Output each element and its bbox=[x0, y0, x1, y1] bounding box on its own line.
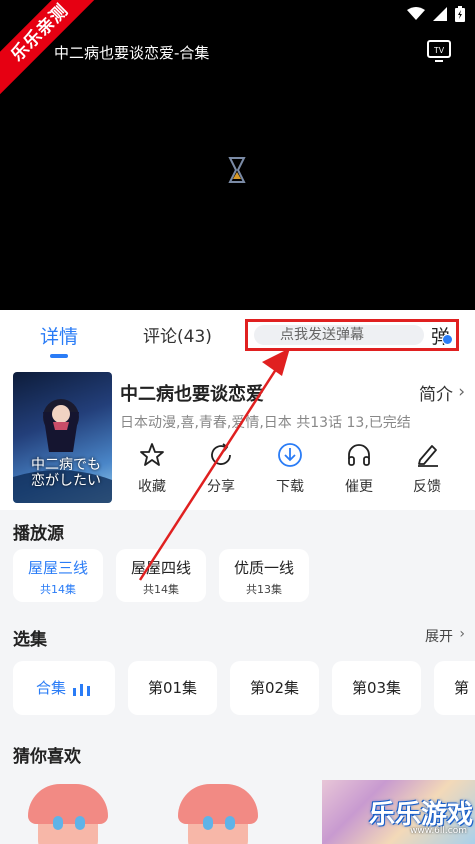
battery-charging-icon bbox=[455, 6, 465, 22]
recommend-thumbnail[interactable] bbox=[13, 780, 123, 844]
tab-indicator bbox=[50, 354, 68, 358]
player-title: 中二病也要谈恋爱-合集 bbox=[54, 44, 210, 62]
expand-button[interactable]: 展开 bbox=[425, 626, 453, 646]
tv-label: TV bbox=[434, 46, 445, 55]
watermark-url: www.6ll.com bbox=[410, 826, 467, 836]
star-icon bbox=[140, 443, 164, 466]
thumbnail-art bbox=[28, 784, 108, 824]
show-title: 中二病也要谈恋爱 bbox=[120, 384, 264, 405]
recommend-thumbnail[interactable] bbox=[163, 780, 273, 844]
feedback-button[interactable]: 反馈 bbox=[397, 442, 457, 496]
check-icon bbox=[442, 334, 453, 345]
episode-item[interactable]: 第01集 bbox=[128, 661, 217, 715]
source-name: 屋屋三线 bbox=[27, 559, 88, 577]
episode-item[interactable]: 第02集 bbox=[230, 661, 319, 715]
app-screen: 乐乐亲测 中二病也要谈恋爱-合集 TV 详情 评论(43) 点我发送弹幕 弹 中… bbox=[0, 0, 475, 844]
danmaku-input[interactable]: 点我发送弹幕 bbox=[254, 325, 424, 345]
episode-item[interactable]: 第03集 bbox=[332, 661, 421, 715]
intro-link[interactable]: 简介 bbox=[419, 380, 453, 405]
hourglass-icon bbox=[228, 157, 246, 183]
download-label: 下载 bbox=[276, 479, 304, 495]
episode-label: 第 bbox=[454, 679, 470, 697]
feedback-label: 反馈 bbox=[413, 479, 441, 495]
source-section-title: 播放源 bbox=[13, 524, 64, 544]
thumbnail-art bbox=[203, 816, 213, 830]
tab-comments[interactable]: 评论(43) bbox=[143, 322, 212, 347]
download-icon bbox=[278, 443, 302, 467]
source-item[interactable]: 屋屋四线 共14集 bbox=[116, 549, 206, 602]
status-bar bbox=[407, 6, 465, 22]
episode-label: 第02集 bbox=[249, 679, 300, 697]
playing-bars-icon bbox=[73, 683, 90, 696]
edit-icon bbox=[418, 445, 438, 467]
favorite-label: 收藏 bbox=[138, 479, 166, 495]
tab-detail[interactable]: 详情 bbox=[40, 322, 78, 349]
share-label: 分享 bbox=[207, 479, 235, 495]
episode-item[interactable]: 第 bbox=[434, 661, 475, 715]
headphones-icon bbox=[348, 444, 370, 466]
source-count: 共13集 bbox=[246, 583, 282, 596]
thumbnail-art bbox=[75, 816, 85, 830]
source-name: 屋屋四线 bbox=[130, 559, 191, 577]
source-item[interactable]: 屋屋三线 共14集 bbox=[13, 549, 103, 602]
thumbnail-art bbox=[53, 816, 63, 830]
video-player[interactable]: 乐乐亲测 中二病也要谈恋爱-合集 TV bbox=[0, 0, 475, 310]
thumbnail-art bbox=[225, 816, 235, 830]
poster-title: 中二病でも恋がしたい bbox=[31, 457, 101, 489]
share-button[interactable]: 分享 bbox=[191, 442, 251, 496]
favorite-button[interactable]: 收藏 bbox=[122, 442, 182, 496]
chevron-right-icon[interactable]: › bbox=[459, 626, 465, 642]
signal-icon bbox=[433, 7, 447, 21]
episode-label: 第01集 bbox=[147, 679, 198, 697]
source-count: 共14集 bbox=[143, 583, 179, 596]
recommend-section-title: 猜你喜欢 bbox=[13, 747, 81, 767]
episodes-section-title: 选集 bbox=[13, 630, 47, 650]
urge-label: 催更 bbox=[345, 479, 373, 495]
episode-label: 第03集 bbox=[351, 679, 402, 697]
danmaku-bar: 点我发送弹幕 弹 bbox=[245, 319, 459, 351]
wifi-icon bbox=[407, 7, 425, 20]
thumbnail-art bbox=[178, 784, 258, 824]
poster-image[interactable]: 中二病でも恋がしたい bbox=[13, 372, 112, 503]
download-button[interactable]: 下载 bbox=[260, 442, 320, 496]
urge-update-button[interactable]: 催更 bbox=[329, 442, 389, 496]
source-item[interactable]: 优质一线 共13集 bbox=[219, 549, 309, 602]
show-meta: 日本动漫,喜,青春,爱情,日本 共13话 13,已完结 bbox=[120, 415, 411, 431]
source-name: 优质一线 bbox=[233, 559, 294, 577]
chevron-right-icon[interactable]: › bbox=[458, 382, 465, 402]
action-row: 收藏 分享 下载 催更 反馈 bbox=[120, 442, 470, 502]
source-count: 共14集 bbox=[40, 583, 76, 596]
episode-item[interactable]: 合集 bbox=[13, 661, 115, 715]
tv-cast-icon[interactable]: TV bbox=[427, 40, 451, 62]
show-info: 中二病でも恋がしたい 中二病也要谈恋爱 简介 › 日本动漫,喜,青春,爱情,日本… bbox=[0, 362, 475, 510]
episode-label: 合集 bbox=[35, 679, 66, 697]
share-icon bbox=[211, 443, 231, 465]
